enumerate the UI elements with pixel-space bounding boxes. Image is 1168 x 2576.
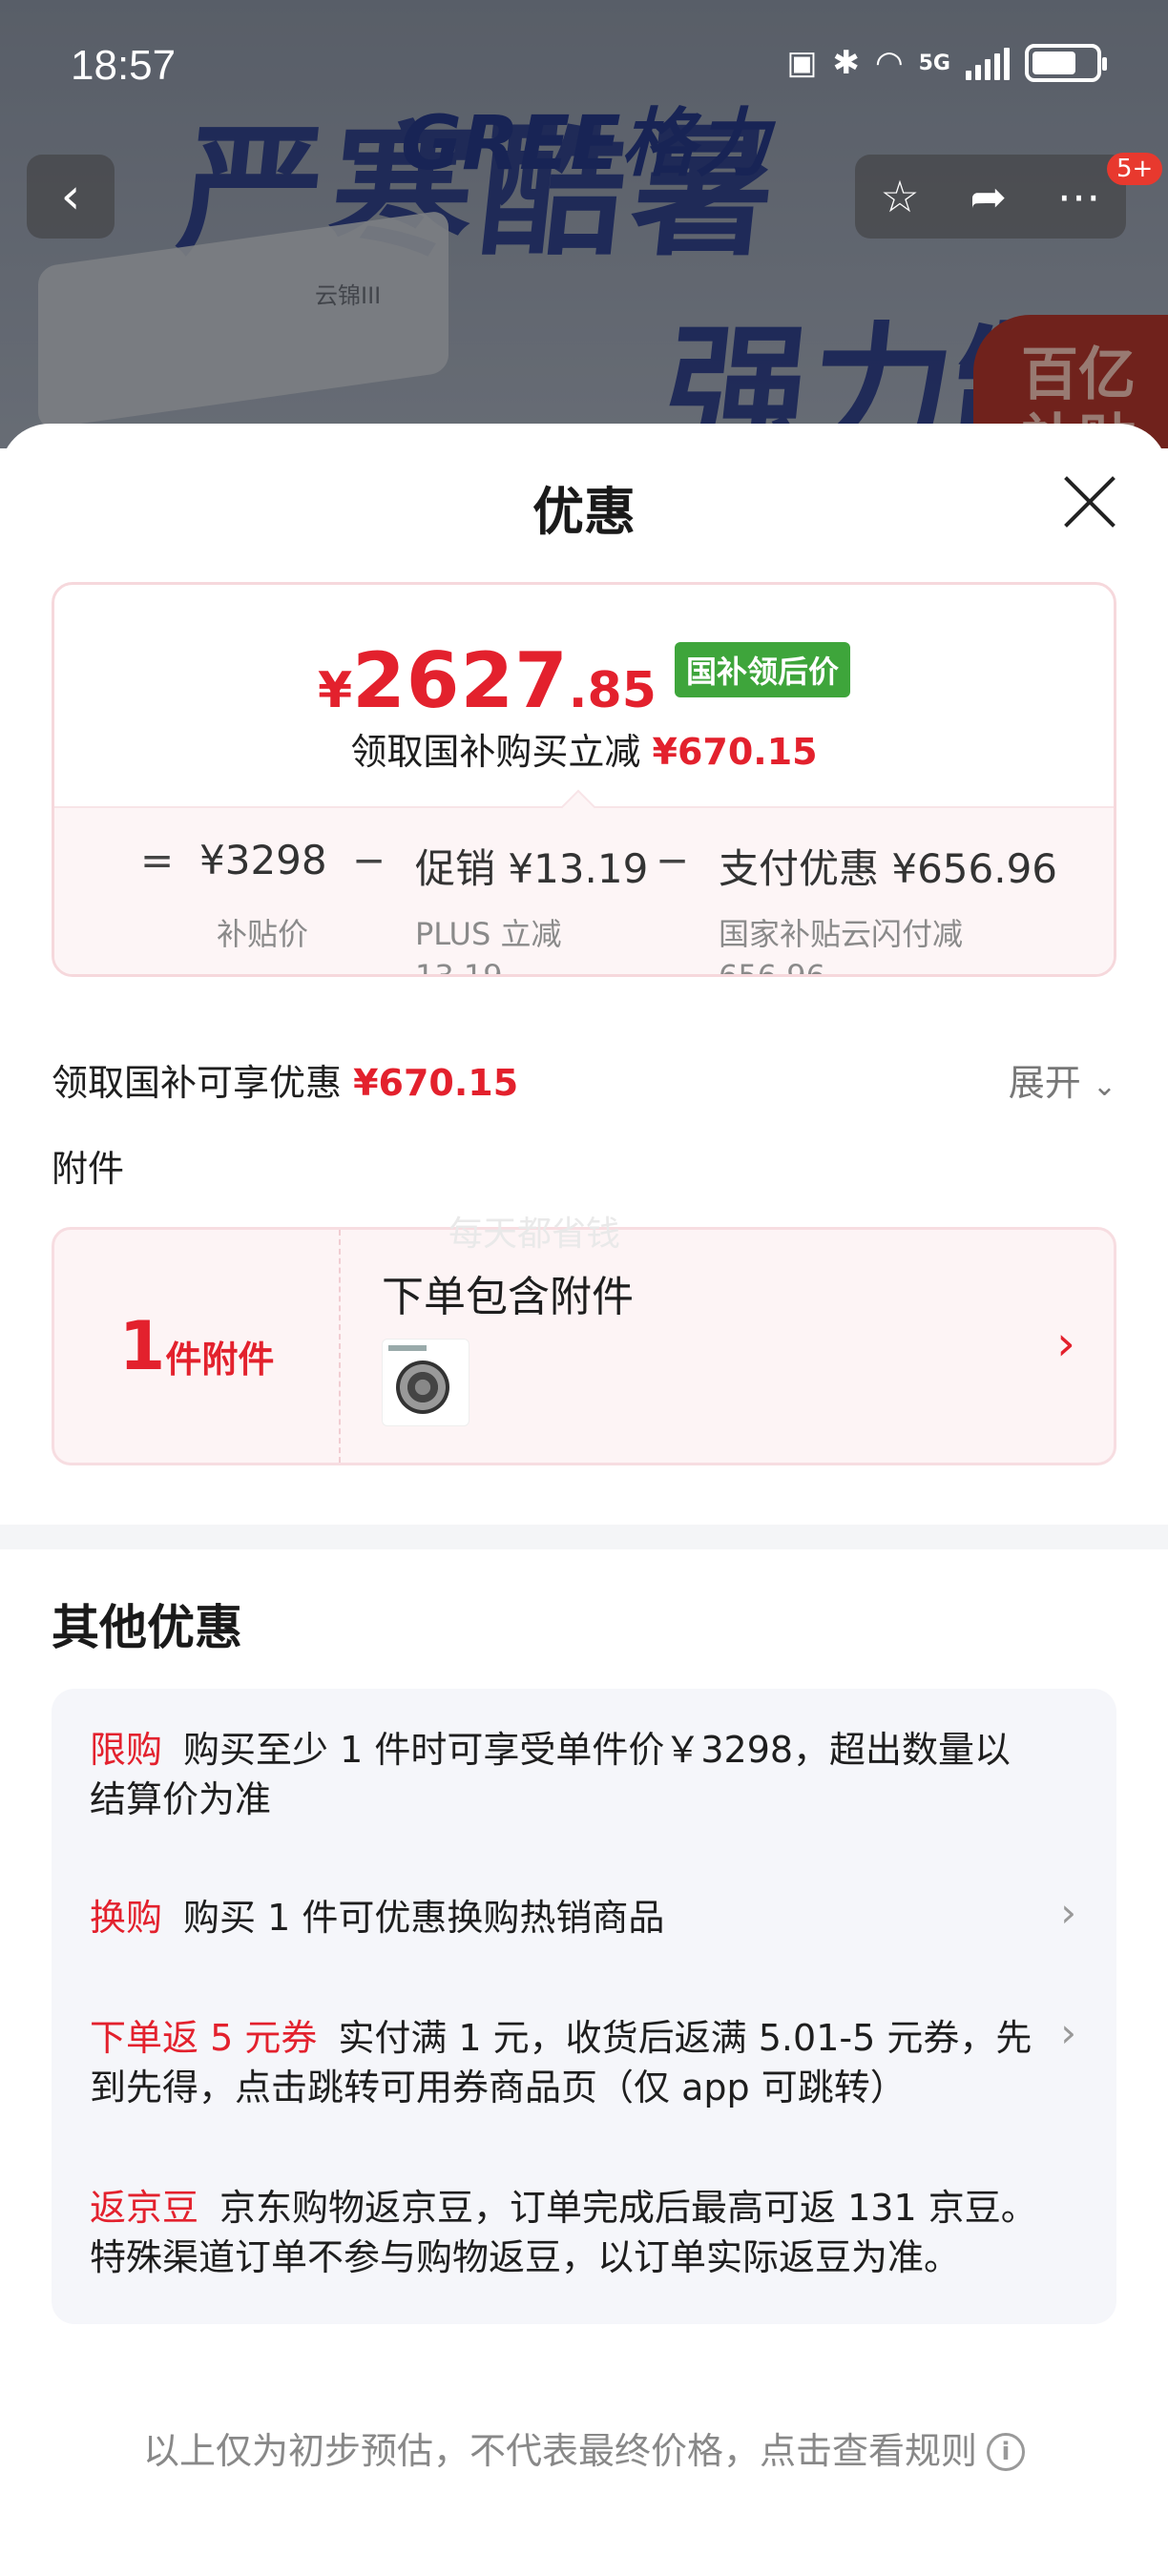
expand-label: 展开 bbox=[1008, 1062, 1081, 1104]
promo-label: PLUS 立减 bbox=[415, 916, 562, 952]
fan-icon bbox=[396, 1361, 449, 1414]
price-tag: 国补领后价 bbox=[675, 642, 851, 697]
gov-subsidy-text: 领取国补可享优惠 bbox=[52, 1062, 343, 1104]
favorite-star-icon[interactable]: ☆ bbox=[880, 171, 919, 222]
item-tag: 返京豆 bbox=[90, 2187, 199, 2229]
list-item-jd-beans: 返京豆 京东购物返京豆，订单完成后最高可返 131 京豆。特殊渠道订单不参与购物返… bbox=[90, 2183, 1044, 2282]
payment-discount: 支付优惠 ¥656.96 bbox=[719, 845, 1058, 892]
subsidy-price-label: 补贴价 bbox=[217, 916, 309, 952]
watermark: 每天都省钱 bbox=[448, 1215, 621, 1254]
more-icon[interactable]: ⋯ bbox=[1057, 171, 1101, 222]
final-price: ¥2627.85 国补领后价 bbox=[54, 636, 1114, 725]
price-subtext-amount: ¥670.15 bbox=[652, 731, 818, 773]
close-icon[interactable] bbox=[1061, 473, 1118, 530]
attachment-title: 下单包含附件 bbox=[382, 1273, 634, 1321]
battery-icon bbox=[1025, 44, 1107, 82]
item-tag: 下单返 5 元券 bbox=[90, 2017, 318, 2059]
attachment-count-unit: 件附件 bbox=[165, 1338, 275, 1381]
price-integer: 2627 bbox=[352, 636, 569, 725]
chevron-right-icon[interactable]: › bbox=[1060, 1889, 1076, 1936]
currency-symbol: ¥ bbox=[317, 662, 353, 719]
network-label: 5G bbox=[918, 51, 950, 75]
price-subtext-label: 领取国补购买立减 bbox=[350, 731, 641, 773]
item-text: 京东购物返京豆，订单完成后最高可返 131 京豆。特殊渠道订单不参与购物返豆，以… bbox=[90, 2187, 1037, 2278]
more-badge: 5+ bbox=[1107, 153, 1163, 185]
equals-op: = bbox=[140, 837, 175, 883]
status-time: 18:57 bbox=[71, 42, 177, 89]
outdoor-unit-image bbox=[382, 1339, 469, 1426]
item-text: 购买至少 1 件时可享受单件价￥3298，超出数量以结算价为准 bbox=[90, 1729, 1012, 1820]
sheet-title: 优惠 bbox=[532, 482, 636, 542]
price-subtext: 领取国补购买立减 ¥670.15 bbox=[54, 722, 1114, 775]
back-button[interactable]: ‹ bbox=[27, 155, 115, 239]
list-item-purchase-limit: 限购 购买至少 1 件时可享受单件价￥3298，超出数量以结算价为准 bbox=[90, 1725, 1044, 1824]
promo-amount: 促销 ¥13.19 bbox=[415, 845, 649, 892]
other-discounts-card: 限购 购买至少 1 件时可享受单件价￥3298，超出数量以结算价为准 换购 购买 1… bbox=[52, 1689, 1116, 2324]
price-card: ¥2627.85 国补领后价 领取国补购买立减 ¥670.15 = ¥3298 … bbox=[52, 582, 1116, 977]
price-breakdown: = ¥3298 补贴价 − 促销 ¥13.19 PLUS 立减 13.19 − … bbox=[54, 806, 1114, 977]
chevron-right-icon: › bbox=[1056, 1316, 1075, 1371]
minus-op: − bbox=[352, 837, 386, 883]
rules-link[interactable]: 以上仅为初步预估，不代表最终价格，点击查看规则 i bbox=[0, 2421, 1168, 2474]
bluetooth-icon: ✱ bbox=[832, 44, 860, 82]
minus-op: − bbox=[656, 837, 690, 883]
share-icon[interactable]: ➦ bbox=[970, 171, 1007, 222]
attachment-count-number: 1 bbox=[118, 1307, 166, 1385]
discount-sheet: 优惠 ¥2627.85 国补领后价 领取国补购买立减 ¥670.15 = ¥32… bbox=[0, 424, 1168, 2576]
brand-logo-icon bbox=[388, 1345, 427, 1351]
other-discounts-title: 其他优惠 bbox=[52, 1600, 242, 1655]
status-icons: ▣ ✱ ◠ 5G bbox=[786, 44, 1107, 82]
payment-discount-label-amount: 656.96 bbox=[719, 958, 825, 977]
subsidy-price: ¥3298 bbox=[199, 837, 327, 883]
gov-subsidy-row: 领取国补可享优惠 ¥670.15 bbox=[52, 1053, 518, 1106]
chevron-right-icon[interactable]: › bbox=[1060, 2009, 1076, 2056]
list-item-coupon[interactable]: 下单返 5 元券 实付满 1 元，收货后返满 5.01-5 元券，先到先得，点击跳… bbox=[90, 2013, 1044, 2112]
promo-label-amount: 13.19 bbox=[415, 958, 503, 977]
top-actions: ☆ ➦ ⋯ bbox=[855, 155, 1126, 239]
payment-discount-label: 国家补贴云闪付减 bbox=[719, 916, 964, 952]
chevron-down-icon: ⌄ bbox=[1092, 1070, 1116, 1103]
attachment-count: 1 件附件 bbox=[54, 1230, 341, 1463]
attachment-section-label: 附件 bbox=[52, 1148, 125, 1190]
nfc-icon: ▣ bbox=[786, 44, 818, 82]
wifi-icon: ◠ bbox=[874, 44, 904, 82]
item-tag: 限购 bbox=[90, 1729, 163, 1771]
attachment-card[interactable]: 1 件附件 下单包含附件 › bbox=[52, 1227, 1116, 1465]
gov-subsidy-amount: ¥670.15 bbox=[353, 1062, 519, 1104]
signal-icon bbox=[966, 46, 1010, 80]
item-tag: 换购 bbox=[90, 1897, 163, 1939]
section-divider bbox=[0, 1525, 1168, 1549]
item-text: 购买 1 件可优惠换购热销商品 bbox=[183, 1897, 665, 1939]
expand-button[interactable]: 展开 ⌄ bbox=[1009, 1053, 1116, 1106]
footer-text: 以上仅为初步预估，不代表最终价格，点击查看规则 bbox=[142, 2430, 977, 2472]
price-decimal: .85 bbox=[568, 662, 657, 719]
chevron-left-icon: ‹ bbox=[60, 168, 81, 225]
status-bar: 18:57 ▣ ✱ ◠ 5G bbox=[0, 0, 1168, 134]
list-item-exchange[interactable]: 换购 购买 1 件可优惠换购热销商品 bbox=[90, 1893, 1044, 1942]
info-icon: i bbox=[987, 2433, 1025, 2471]
